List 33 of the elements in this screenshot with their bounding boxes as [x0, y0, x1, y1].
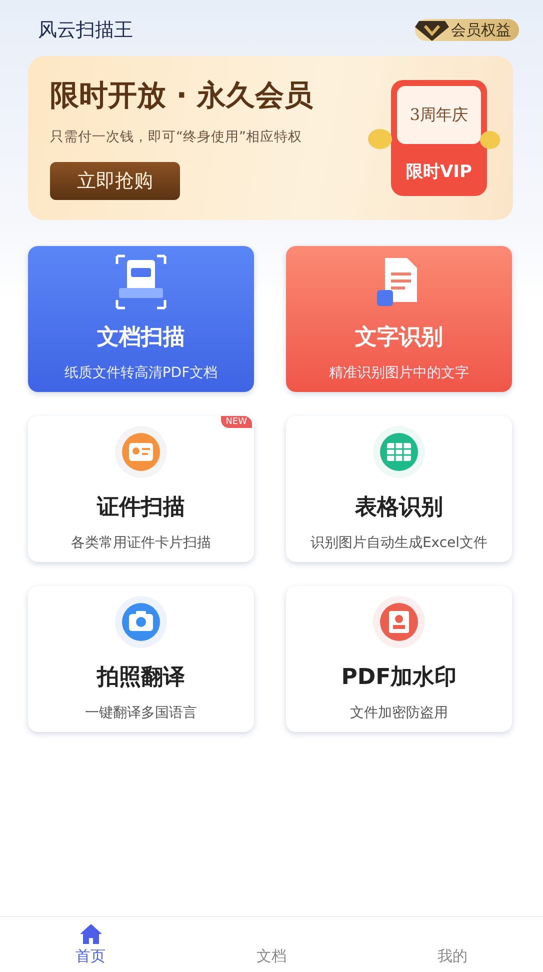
tool-title: 拍照翻译 — [97, 664, 185, 692]
tool-card[interactable]: 文档扫描 纸质文件转高清PDF文档 — [28, 246, 254, 392]
tool-title: 文字识别 — [355, 324, 443, 352]
tool-subtitle: 一键翻译多国语言 — [85, 704, 197, 722]
tab[interactable]: 文档 — [226, 923, 316, 972]
tool-card[interactable]: 拍照翻译 一键翻译多国语言 — [28, 586, 254, 732]
tool-subtitle: 精准识别图片中的文字 — [329, 364, 469, 382]
tool-card[interactable]: 表格识别 识别图片自动生成Excel文件 — [286, 416, 512, 562]
tab[interactable]: 首页 — [46, 923, 136, 972]
tool-card[interactable]: PDF加水印 文件加密防盗用 — [286, 586, 512, 732]
anniversary-label: 3周年庆 — [397, 86, 481, 144]
tool-subtitle: 识别图片自动生成Excel文件 — [310, 534, 488, 552]
promo-headline: 限时开放 · 永久会员 — [50, 77, 314, 114]
tool-subtitle: 纸质文件转高清PDF文档 — [64, 364, 218, 382]
tool-title: 表格识别 — [355, 494, 443, 522]
tool-title: 文档扫描 — [97, 324, 185, 352]
coin-icon — [479, 130, 501, 150]
tool-subtitle: 各类常用证件卡片扫描 — [71, 534, 211, 552]
tab[interactable]: 我的 — [408, 923, 498, 972]
coin-icon — [367, 128, 393, 150]
tool-title: 证件扫描 — [97, 494, 185, 522]
promo-subtitle: 只需付一次钱，即可“终身使用”相应特权 — [50, 128, 302, 146]
diamond-icon — [415, 19, 449, 41]
promo-banner[interactable]: 限时开放 · 永久会员 只需付一次钱，即可“终身使用”相应特权 立即抢购 3周年庆 限时VIP — [28, 56, 513, 220]
member-button[interactable]: 会员权益 — [415, 19, 519, 41]
vip-label: 限时VIP — [406, 161, 472, 183]
home-icon — [78, 923, 102, 945]
tool-subtitle: 文件加密防盗用 — [350, 704, 448, 722]
tool-title: PDF加水印 — [341, 664, 457, 692]
buy-now-button[interactable]: 立即抢购 — [50, 162, 180, 200]
new-badge: NEW — [220, 416, 252, 428]
app-title: 风云扫描王 — [38, 18, 133, 43]
tool-card[interactable]: 证件扫描 各类常用证件卡片扫描 NEW — [28, 416, 254, 562]
